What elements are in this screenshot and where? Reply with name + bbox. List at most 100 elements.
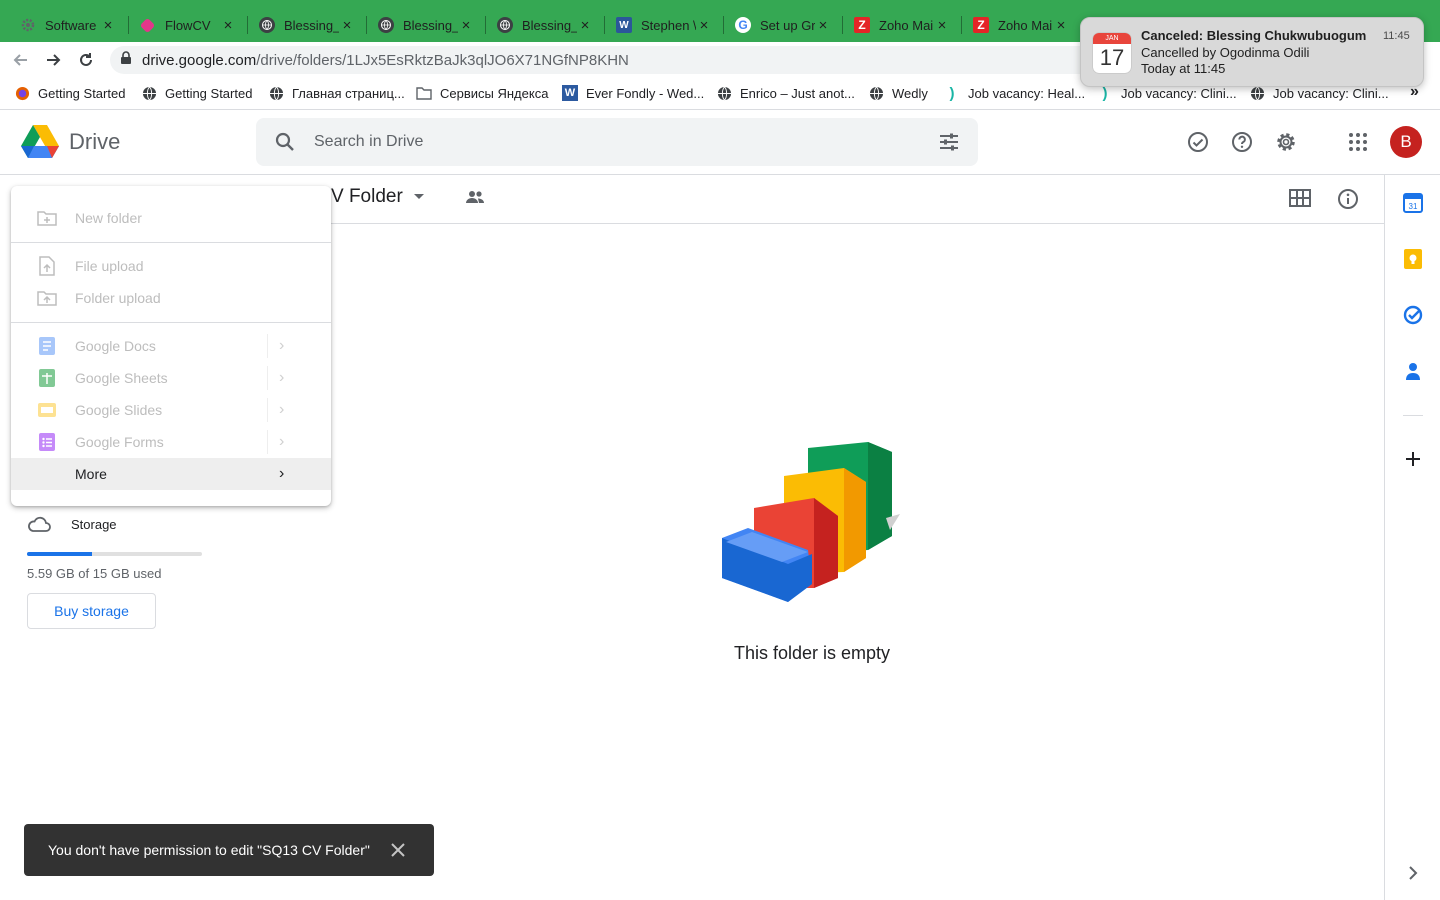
gear-icon [20,17,36,33]
menu-item-label: More [75,466,107,482]
close-tab-icon[interactable]: × [696,17,712,34]
forms-icon [37,432,57,452]
browser-tab[interactable]: W Stephen \ × [608,8,720,42]
shared-people-icon[interactable] [465,190,485,204]
zoho-icon: Z [973,17,989,33]
storage-section[interactable]: Storage [27,515,117,533]
tab-separator [604,16,605,34]
bookmark-label: Главная страниц... [292,85,405,101]
bookmark[interactable]: Job vacancy: Clini... [1249,85,1389,101]
back-button[interactable] [8,47,34,73]
chevron-right-icon[interactable]: › [279,401,284,419]
menu-item-google-forms[interactable]: Google Forms › [11,426,331,458]
reload-button[interactable] [73,47,99,73]
arrow-right-icon [47,54,61,66]
close-tab-icon[interactable]: × [1053,17,1069,34]
search-icon[interactable] [274,131,296,153]
tasks-icon[interactable] [1403,305,1423,325]
drive-header: Drive Search in Drive B [0,111,1440,175]
bookmark[interactable]: Getting Started [141,85,252,101]
close-icon[interactable] [386,838,410,862]
snackbar: You don't have permission to edit "SQ13 … [24,824,434,876]
chevron-right-icon[interactable]: › [279,337,284,355]
add-addon-icon[interactable] [1403,449,1423,469]
globe-icon [1249,85,1265,101]
help-icon[interactable] [1229,129,1255,155]
grid-view-icon[interactable] [1289,189,1311,212]
buy-storage-button[interactable]: Buy storage [27,593,156,629]
menu-item-label: Folder upload [75,290,161,306]
ready-offline-icon[interactable] [1185,129,1211,155]
settings-gear-icon[interactable] [1273,129,1299,155]
new-item-menu: New folder File upload Folder upload Goo… [11,186,331,506]
address-bar[interactable]: drive.google.com/drive/folders/1LJx5EsRk… [110,46,1110,74]
close-tab-icon[interactable]: × [339,17,355,34]
menu-item-more[interactable]: More › [11,458,331,490]
wordpress-icon: W [562,85,578,101]
menu-item-google-docs[interactable]: Google Docs › [11,330,331,362]
browser-tab[interactable]: G Set up Gr × [727,8,839,42]
tab-separator [366,16,367,34]
globe-icon [868,85,884,101]
close-tab-icon[interactable]: × [220,17,236,34]
browser-tab[interactable]: Z Zoho Mai × [965,8,1077,42]
empty-folder-illustration [718,438,908,613]
word-icon: W [616,17,632,33]
paren-icon: ) [1102,84,1108,102]
drive-logo[interactable]: Drive [21,125,120,159]
dropdown-arrow-icon[interactable] [413,193,425,201]
browser-tab[interactable]: Blessing_ × [370,8,482,42]
chevron-right-icon[interactable]: › [279,369,284,387]
close-tab-icon[interactable]: × [458,17,474,34]
drive-logo-icon [21,125,59,158]
calendar-notification[interactable]: JAN 17 Canceled: Blessing Chukwubuogum C… [1080,17,1424,87]
close-tab-icon[interactable]: × [577,17,593,34]
file-upload-icon [37,256,57,276]
details-info-icon[interactable] [1337,188,1359,215]
breadcrumb[interactable]: V Folder [331,186,485,208]
bookmark[interactable]: Enrico – Just anot... [716,85,855,101]
menu-item-google-sheets[interactable]: Google Sheets › [11,362,331,394]
browser-tab[interactable]: Software × [12,8,124,42]
browser-tab[interactable]: Blessing_ × [489,8,601,42]
account-avatar[interactable]: B [1390,126,1422,158]
search-options-icon[interactable] [938,131,960,153]
expand-panel-icon[interactable] [1403,863,1423,883]
menu-item-google-slides[interactable]: Google Slides › [11,394,331,426]
menu-item-file-upload[interactable]: File upload [11,250,331,282]
submenu-divider [267,430,268,454]
google-apps-icon[interactable] [1345,129,1371,155]
close-tab-icon[interactable]: × [934,17,950,34]
contacts-icon[interactable] [1403,361,1423,381]
globe-icon [259,17,275,33]
tab-title: Blessing_ [522,17,577,33]
bookmark[interactable]: Wedly [868,85,928,101]
search-bar[interactable]: Search in Drive [256,118,978,166]
menu-item-folder-upload[interactable]: Folder upload [11,282,331,314]
menu-item-label: Google Docs [75,338,156,354]
chevron-right-icon[interactable]: › [279,465,284,483]
close-tab-icon[interactable]: × [100,17,116,34]
close-tab-icon[interactable]: × [815,17,831,34]
browser-tab[interactable]: Z Zoho Mai × [846,8,958,42]
bookmark[interactable]: Сервисы Яндекса [416,85,548,101]
bookmark[interactable]: Getting Started [14,85,125,101]
bookmark[interactable]: W Ever Fondly - Wed... [562,85,704,101]
menu-item-new-folder[interactable]: New folder [11,202,331,234]
tab-title: Set up Gr [760,17,815,33]
globe-icon [268,85,284,101]
calendar-icon[interactable]: 31 [1403,193,1423,213]
search-input[interactable]: Search in Drive [314,133,938,151]
folder-title[interactable]: V Folder [331,186,403,208]
bookmark[interactable]: ) Job vacancy: Clini... [1097,84,1237,102]
chevron-right-icon[interactable]: › [279,433,284,451]
keep-icon[interactable] [1403,249,1423,269]
browser-tab[interactable]: FlowCV × [132,8,244,42]
firefox-icon [14,85,30,101]
menu-item-label: Google Forms [75,434,164,450]
bookmark[interactable]: ) Job vacancy: Heal... [944,85,1086,102]
browser-tab[interactable]: Blessing_ × [251,8,363,42]
bookmark[interactable]: Главная страниц... [268,85,405,101]
arrow-left-icon [13,54,27,66]
forward-button[interactable] [40,47,66,73]
